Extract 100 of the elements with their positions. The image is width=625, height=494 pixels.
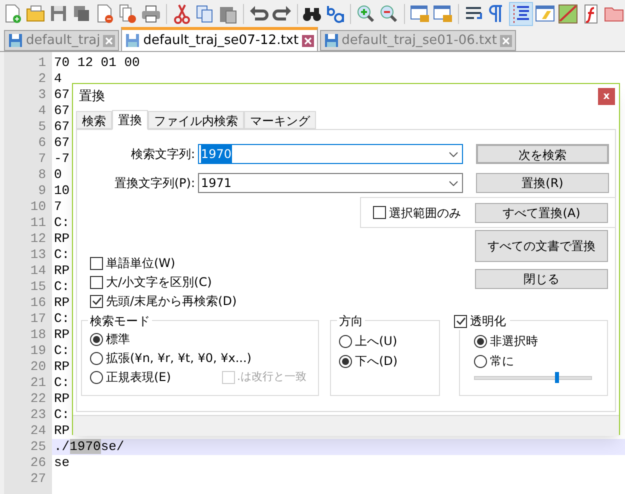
code-line: C: (54, 247, 70, 263)
close-icon[interactable] (302, 34, 314, 46)
line-number: 15 (29, 279, 47, 295)
radio-label: 標準 (106, 331, 130, 348)
line-number: 2 (37, 71, 47, 87)
line-number: 13 (29, 247, 47, 263)
line-number: 1 (37, 55, 47, 71)
code-line: RP (54, 231, 70, 247)
line-number: 19 (29, 343, 47, 359)
checkbox[interactable] (454, 314, 467, 328)
code-line: 4 (54, 71, 62, 87)
line-number: 16 (29, 295, 47, 311)
dialog-title: 置換 (79, 88, 105, 106)
checkbox-label: 大/小文字を区別(C) (106, 274, 212, 291)
code-line: RP (54, 423, 70, 439)
checkbox[interactable] (90, 256, 103, 270)
line-number: 6 (37, 135, 47, 151)
line-number: 3 (37, 87, 47, 103)
close-all-icon[interactable] (117, 2, 139, 26)
radio-label: 上へ(U) (355, 333, 398, 350)
line-number: 23 (29, 407, 47, 423)
indent-guide-icon[interactable] (508, 2, 533, 26)
code-line: 70 12 01 00 (54, 55, 140, 71)
radio-label: 拡張(¥n, ¥r, ¥t, ¥0, ¥x...) (106, 350, 252, 367)
code-line: 10 (54, 183, 70, 199)
code-line: 67 (54, 87, 70, 103)
caret-icon (449, 180, 458, 186)
tab-label: default_traj_se07-12.txt (143, 32, 299, 50)
line-number: 14 (29, 263, 47, 279)
code-line: RP (54, 391, 70, 407)
line-number: 11 (29, 215, 47, 231)
code-line: C: (54, 215, 70, 231)
line-number: 8 (37, 167, 47, 183)
line-number: 7 (37, 151, 47, 167)
dialog-button[interactable]: すべて置換(A) (475, 202, 608, 222)
line-number: 17 (29, 311, 47, 327)
line-number: 10 (29, 199, 47, 215)
map-icon[interactable] (556, 2, 579, 26)
line-number: 5 (37, 119, 47, 135)
line-number: 26 (29, 455, 47, 471)
radio-label: 正規表現(E) (106, 369, 171, 386)
radio-button[interactable] (90, 352, 103, 364)
code-line: ./1970se/ (54, 439, 124, 455)
checkbox[interactable] (373, 206, 386, 219)
dialog-button[interactable]: 閉じる (475, 269, 608, 289)
dialog-tab[interactable]: 検索 (76, 111, 112, 129)
slider-thumb[interactable] (554, 372, 559, 383)
dialog-button[interactable]: すべての文書で置換 (475, 230, 608, 262)
replace-combo-field[interactable]: 1971 (198, 173, 463, 193)
line-number: 22 (29, 391, 47, 407)
radio-button[interactable] (339, 334, 352, 348)
code-line: C: (54, 311, 70, 327)
code-line: RP (54, 327, 70, 343)
radio-button[interactable] (474, 334, 487, 348)
close-button[interactable]: x (598, 88, 615, 105)
line-number: 20 (29, 359, 47, 375)
line-number: 18 (29, 327, 47, 343)
code-line: RP (54, 295, 70, 311)
field-label: 検索文字列: (130, 146, 195, 163)
line-number: 24 (29, 423, 47, 439)
code-line: RP (54, 359, 70, 375)
file-tab[interactable]: default_traj_se07-12.txt (121, 27, 318, 51)
radio-button[interactable] (90, 332, 103, 346)
radio-label: 常に (490, 353, 514, 370)
radio-label: 非選択時 (490, 333, 538, 350)
code-line: 0 (54, 167, 62, 183)
radio-button[interactable] (474, 354, 487, 368)
tab-label: default_traj_se01-06.txt (342, 32, 497, 50)
code-line: C: (54, 375, 70, 391)
dialog-tab[interactable]: 置換 (112, 110, 148, 130)
code-line: 67 (54, 119, 70, 135)
tab-label: default_traj (26, 32, 100, 50)
code-line: C: (54, 343, 70, 359)
code-line: C: (54, 279, 70, 295)
code-line: 67 (54, 103, 70, 119)
dialog-tab[interactable]: マーキング (244, 111, 316, 129)
code-line: RP (54, 263, 70, 279)
checkbox[interactable] (90, 276, 103, 288)
radio-button[interactable] (90, 370, 103, 384)
code-line: se (54, 455, 70, 471)
dialog-button[interactable]: 置換(R) (476, 173, 609, 193)
code-line: C: (54, 407, 70, 423)
radio-label: 下へ(D) (355, 353, 398, 370)
radio-button[interactable] (339, 354, 352, 368)
checkbox-label: 先頭/末尾から再検索(D) (106, 293, 237, 310)
line-number: 27 (29, 471, 47, 487)
line-number: 4 (37, 103, 47, 119)
checkbox-label: 透明化 (470, 313, 506, 330)
find-combo-field[interactable]: 1970 (198, 144, 463, 164)
checkbox[interactable] (90, 294, 103, 308)
group-title: 検索モード (88, 312, 152, 330)
checkbox-label: .は改行と一致 (236, 368, 306, 385)
code-line: 67 (54, 135, 70, 151)
dialog-tab[interactable]: ファイル内検索 (148, 111, 244, 129)
dialog-button[interactable]: 次を検索 (476, 144, 609, 164)
field-label: 置換文字列(P): (113, 175, 195, 192)
code-line: -7 (54, 151, 70, 167)
code-line: 7 (54, 199, 62, 215)
line-number: 21 (29, 375, 47, 391)
line-number: 25 (29, 439, 47, 455)
